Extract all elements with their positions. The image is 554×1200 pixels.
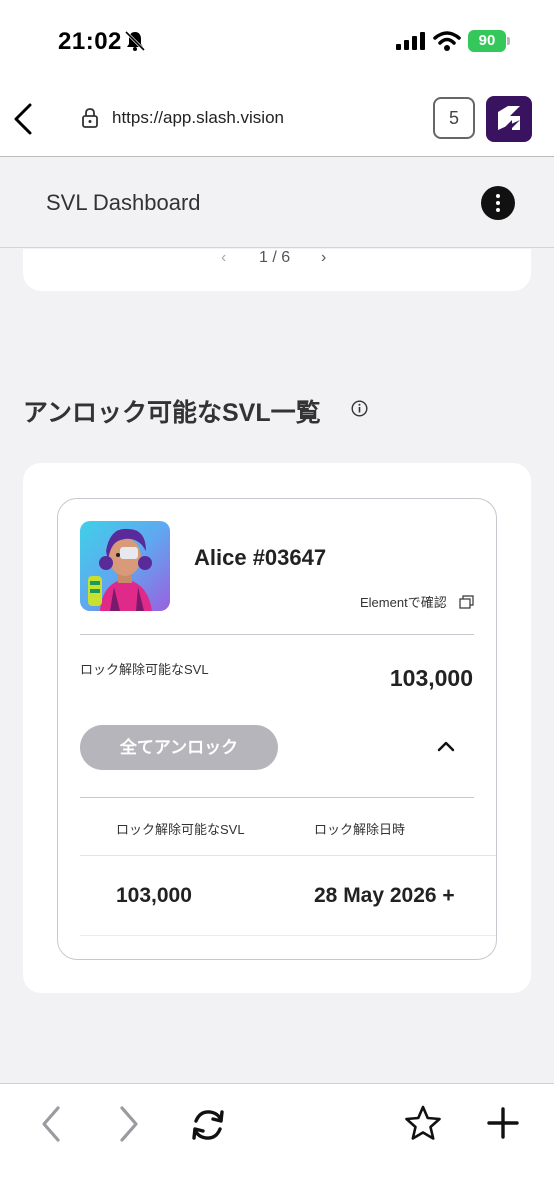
nft-avatar (80, 521, 170, 611)
previous-card: ‹ 1 / 6 › (23, 249, 531, 291)
more-menu-button[interactable] (481, 186, 515, 220)
table-header-amount: ロック解除可能なSVL (116, 822, 245, 837)
battery-icon: 90 (468, 30, 510, 52)
table-cell-date: 28 May 2026 + (314, 884, 455, 907)
nft-card: Alice #03647 Elementで確認 ロック解除可能なSVL 103,… (57, 498, 497, 960)
star-icon[interactable] (404, 1104, 442, 1142)
reload-icon[interactable] (187, 1104, 229, 1146)
section-heading: アンロック可能なSVL一覧 (23, 399, 321, 427)
wifi-icon (433, 31, 461, 51)
bell-off-icon (124, 30, 146, 52)
external-link-icon[interactable] (459, 595, 474, 609)
unlockable-label: ロック解除可能なSVL (80, 662, 209, 677)
table-cell-amount: 103,000 (116, 884, 192, 907)
svl-list-card: Alice #03647 Elementで確認 ロック解除可能なSVL 103,… (23, 463, 531, 993)
url-bar[interactable]: https://app.slash.vision (112, 108, 284, 128)
pager-next-button[interactable]: › (321, 249, 326, 267)
browser-toolbar: https://app.slash.vision 5 (0, 80, 554, 157)
unlockable-value: 103,000 (389, 665, 473, 691)
element-link[interactable]: Elementで確認 (360, 592, 447, 611)
plus-icon[interactable] (486, 1106, 520, 1140)
nav-back-icon[interactable] (38, 1104, 64, 1144)
tabs-button[interactable]: 5 (433, 97, 475, 139)
lock-icon (82, 108, 98, 128)
cellular-signal-icon (396, 32, 425, 50)
pager-text: 1 / 6 (259, 249, 291, 266)
table-divider (80, 855, 496, 856)
divider (80, 797, 474, 798)
status-bar: 21:02 90 (0, 0, 554, 80)
nav-forward-icon[interactable] (116, 1104, 142, 1144)
pager: ‹ 1 / 6 › (23, 249, 531, 269)
battery-level: 90 (468, 30, 506, 52)
pager-prev-button[interactable]: ‹ (221, 249, 226, 267)
page-header: SVL Dashboard (0, 158, 554, 248)
bottom-toolbar (0, 1083, 554, 1200)
info-icon[interactable] (351, 400, 368, 417)
page-title: SVL Dashboard (46, 190, 201, 215)
nft-name: Alice #03647 (194, 545, 327, 570)
back-arrow-icon[interactable] (12, 102, 34, 136)
divider (80, 634, 474, 635)
table-header-date: ロック解除日時 (314, 822, 406, 837)
app-logo-icon[interactable] (486, 96, 532, 142)
table-divider (80, 935, 496, 936)
unlock-all-button[interactable]: 全てアンロック (80, 725, 278, 770)
chevron-up-icon[interactable] (435, 737, 457, 755)
status-time: 21:02 (58, 28, 122, 55)
